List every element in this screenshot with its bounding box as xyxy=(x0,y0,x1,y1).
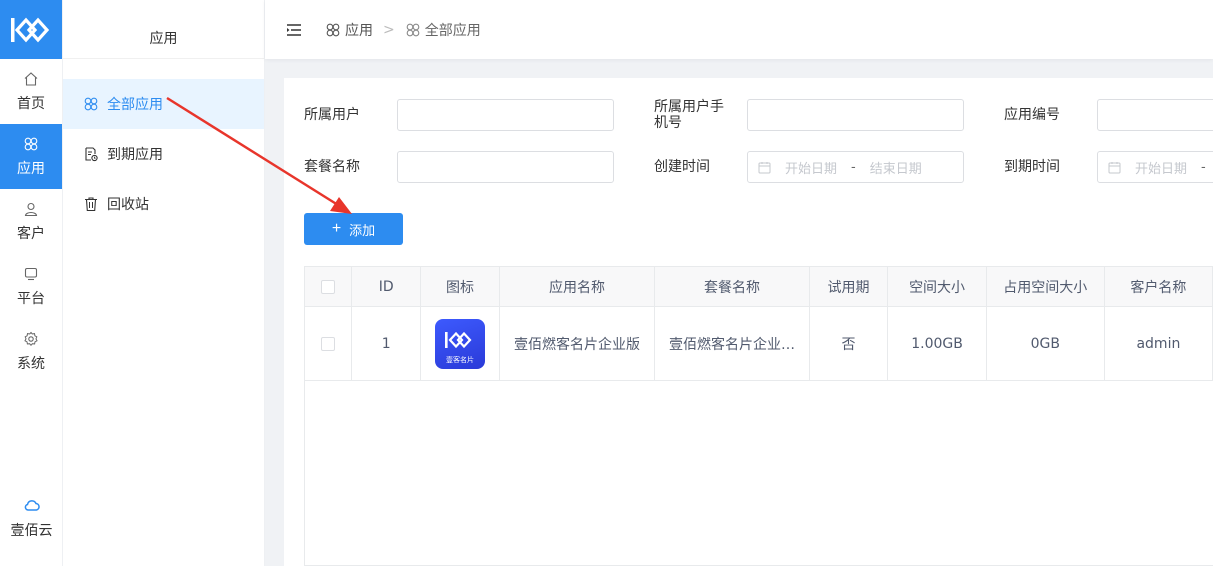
app-icon: 壹客名片 xyxy=(434,318,485,369)
breadcrumb-item-all-apps: 全部应用 xyxy=(424,22,481,39)
row-checkbox[interactable] xyxy=(321,336,336,351)
subnav-item-label: 到期应用 xyxy=(107,147,163,163)
logo-icon xyxy=(11,17,50,42)
subnav-item-expired-apps[interactable]: 到期应用 xyxy=(63,129,264,179)
add-button[interactable]: + 添加 xyxy=(304,213,403,245)
breadcrumb-separator: > xyxy=(383,21,395,38)
cell-app-name: 壹佰燃客名片企业版 xyxy=(500,307,656,380)
owner-user-input[interactable] xyxy=(397,99,614,131)
row-select-cell[interactable] xyxy=(305,307,353,380)
created-start-placeholder: 开始日期 xyxy=(785,161,838,177)
subnav-item-label: 回收站 xyxy=(107,197,149,213)
cloud-icon xyxy=(24,500,40,511)
main-card: 所属用户 所属用户手 机号 应用编号 套餐名称 创建时间 开始日期 - 结束日期… xyxy=(284,78,1213,566)
rail-item-customers[interactable]: 客户 xyxy=(0,189,62,254)
owner-phone-input[interactable] xyxy=(747,99,964,131)
app-logo-icon xyxy=(444,331,472,348)
user-icon xyxy=(24,202,38,216)
cell-used-space: 0GB xyxy=(987,307,1105,380)
range-separator: - xyxy=(1201,159,1206,175)
column-header-space: 空间大小 xyxy=(888,267,987,306)
add-button-label: 添加 xyxy=(349,222,376,238)
rail-item-platform[interactable]: 平台 xyxy=(0,254,62,319)
apps-icon xyxy=(24,137,38,150)
cell-id: 1 xyxy=(352,307,422,380)
calendar-icon xyxy=(758,161,771,173)
created-time-range[interactable]: 开始日期 - 结束日期 xyxy=(747,151,964,183)
monitor-icon xyxy=(24,267,38,280)
sub-sidebar-title: 应用 xyxy=(63,0,264,59)
breadcrumb: 应用 > 全部应用 xyxy=(325,20,481,40)
calendar-icon xyxy=(1108,161,1121,173)
owner-phone-label-line1: 所属用户手 xyxy=(654,99,724,115)
subnav-item-all-apps[interactable]: 全部应用 xyxy=(63,79,264,129)
rail-item-label: 应用 xyxy=(17,160,45,177)
subnav-item-label: 全部应用 xyxy=(107,97,163,113)
cell-package-name: 壹佰燃客名片企业… xyxy=(655,307,810,380)
created-end-placeholder: 结束日期 xyxy=(869,161,922,177)
brand-logo[interactable] xyxy=(0,0,62,59)
owner-phone-label-line2: 机号 xyxy=(654,115,682,131)
rail-item-label: 首页 xyxy=(17,95,45,112)
expire-start-placeholder: 开始日期 xyxy=(1135,161,1188,177)
column-header-customer: 客户名称 xyxy=(1105,267,1213,306)
column-header-app-name: 应用名称 xyxy=(500,267,656,306)
apps-icon xyxy=(326,23,340,36)
breadcrumb-item-apps[interactable]: 应用 xyxy=(345,20,373,40)
package-name-input[interactable] xyxy=(397,151,614,183)
column-header-package-name: 套餐名称 xyxy=(655,267,810,306)
header-select-all[interactable] xyxy=(305,267,353,306)
app-icon-caption: 壹客名片 xyxy=(445,355,474,364)
column-header-icon: 图标 xyxy=(421,267,500,306)
rail-item-label: 系统 xyxy=(17,355,45,372)
column-header-used-space: 占用空间大小 xyxy=(987,267,1105,306)
trash-icon xyxy=(85,197,97,212)
rail-item-label: 客户 xyxy=(17,225,45,242)
cloud-brand-label: 壹佰云 xyxy=(10,523,53,539)
app-no-label: 应用编号 xyxy=(1004,107,1060,123)
apps-icon xyxy=(84,97,98,111)
subnav-item-recycle-bin[interactable]: 回收站 xyxy=(63,179,264,229)
range-separator: - xyxy=(851,159,856,175)
sub-sidebar: 应用 全部应用 到期应用 回收站 xyxy=(63,0,265,566)
sub-sidebar-title-text: 应用 xyxy=(149,31,178,47)
menu-collapse-icon[interactable] xyxy=(285,21,303,39)
apps-icon xyxy=(406,23,420,36)
rail-item-home[interactable]: 首页 xyxy=(0,59,62,124)
created-time-label: 创建时间 xyxy=(654,159,710,175)
home-icon xyxy=(24,71,38,86)
expiry-doc-icon xyxy=(85,147,98,162)
cell-trial: 否 xyxy=(810,307,889,380)
rail-item-system[interactable]: 系统 xyxy=(0,319,62,384)
table-header: ID 图标 应用名称 套餐名称 试用期 空间大小 占用空间大小 客户名称 xyxy=(305,267,1213,307)
owner-user-label: 所属用户 xyxy=(304,107,360,123)
select-all-checkbox[interactable] xyxy=(321,279,336,294)
cell-package-name-text: 壹佰燃客名片企业… xyxy=(668,336,795,353)
package-name-label: 套餐名称 xyxy=(304,159,360,175)
app-no-input[interactable] xyxy=(1097,99,1213,131)
cell-customer: admin xyxy=(1105,307,1213,380)
expire-time-label: 到期时间 xyxy=(1004,159,1060,175)
column-header-trial: 试用期 xyxy=(810,267,889,306)
expire-time-range[interactable]: 开始日期 - xyxy=(1097,151,1213,183)
top-header: 应用 > 全部应用 xyxy=(265,0,1213,59)
cell-space: 1.00GB xyxy=(888,307,987,380)
gear-icon xyxy=(24,331,38,346)
rail-item-label: 平台 xyxy=(17,290,45,307)
plus-icon: + xyxy=(331,220,342,237)
rail-item-apps[interactable]: 应用 xyxy=(0,124,62,189)
cloud-brand[interactable]: 壹佰云 xyxy=(0,496,63,540)
cell-icon: 壹客名片 xyxy=(421,307,500,380)
column-header-id: ID xyxy=(352,267,422,306)
owner-phone-label: 所属用户手 机号 xyxy=(654,99,724,131)
apps-table: ID 图标 应用名称 套餐名称 试用期 空间大小 占用空间大小 客户名称 1 壹… xyxy=(304,266,1213,566)
main-rail: 首页 应用 客户 平台 系统 壹佰云 xyxy=(0,0,63,566)
table-row[interactable]: 1 壹客名片 壹佰燃客名片企业版 壹佰燃客名片企业… 否 1.00GB 0GB … xyxy=(305,307,1213,381)
